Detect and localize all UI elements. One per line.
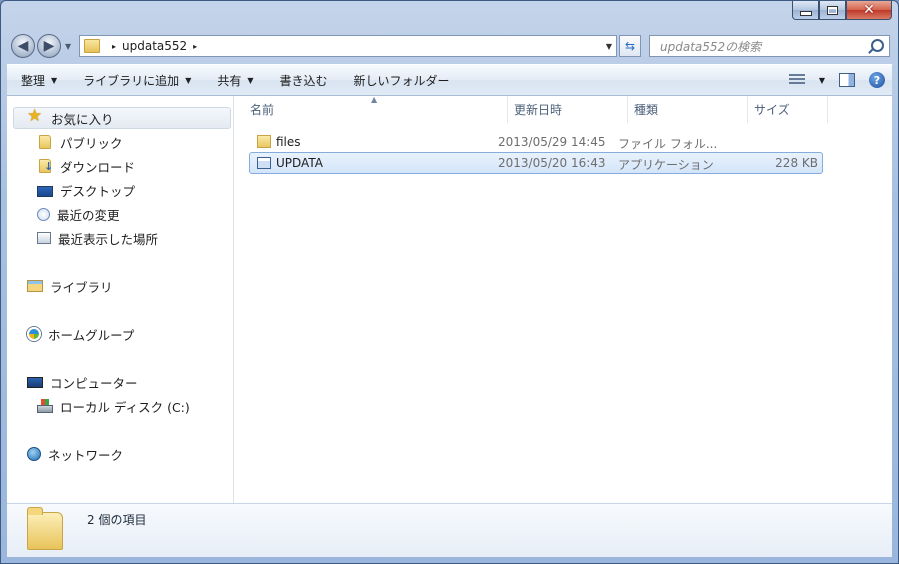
minimize-icon	[799, 10, 812, 16]
breadcrumb-separator-icon[interactable]: ▸	[193, 42, 197, 51]
include-in-library-button[interactable]: ライブラリに追加 ▼	[69, 65, 203, 95]
navigation-buttons: ◀ ▶ ▼	[11, 34, 71, 58]
refresh-button[interactable]: ⇆	[619, 35, 641, 57]
file-list: ▲ 名前 更新日時 種類 サイズ files 2013/05/29 14:45 …	[234, 95, 892, 503]
folder-icon	[84, 39, 100, 53]
maximize-button[interactable]	[819, 1, 846, 20]
burn-button[interactable]: 書き込む	[266, 65, 340, 95]
explorer-window: ✕ ◀ ▶ ▼ ▸ updata552 ▸ ▼ ⇆ 整理▼ ライブラリに追加▼ …	[0, 0, 899, 564]
sidebar-item-desktop[interactable]: デスクトップ	[37, 179, 135, 201]
column-header-name[interactable]: 名前	[244, 96, 508, 123]
details-pane: 2 個の項目	[7, 503, 892, 557]
breadcrumb-updata552[interactable]: updata552	[122, 39, 187, 53]
search-box[interactable]	[649, 35, 890, 57]
sidebar-item-libraries[interactable]: ライブラリ	[27, 275, 113, 297]
library-icon	[27, 280, 43, 292]
file-name-cell: UPDATA	[257, 156, 323, 170]
desktop-icon	[37, 186, 53, 197]
forward-button[interactable]: ▶	[37, 34, 61, 58]
sidebar-item-favorites[interactable]: お気に入り	[13, 106, 231, 129]
sidebar-item-computer[interactable]: コンピューター	[27, 371, 138, 393]
local-disk-icon	[37, 399, 53, 413]
close-button[interactable]: ✕	[846, 1, 892, 20]
maximize-icon	[827, 5, 838, 15]
chevron-down-icon: ▼	[51, 75, 58, 85]
change-view-button[interactable]	[782, 65, 812, 95]
view-dropdown-button[interactable]: ▼	[812, 65, 832, 95]
sidebar-item-network[interactable]: ネットワーク	[27, 443, 123, 465]
organize-button[interactable]: 整理 ▼	[7, 65, 69, 95]
recent-pages-dropdown[interactable]: ▼	[65, 42, 71, 51]
folder-icon	[39, 135, 51, 149]
column-header-modified[interactable]: 更新日時	[508, 96, 628, 123]
view-list-icon	[789, 74, 805, 86]
file-size-cell: 228 KB	[775, 156, 818, 170]
forward-arrow-icon: ▶	[43, 38, 55, 54]
content-area: お気に入り パブリック ダウンロード デスクトップ 最近の変更 最近表示した場所…	[7, 95, 892, 503]
sidebar-item-public[interactable]: パブリック	[37, 131, 123, 153]
computer-icon	[27, 376, 43, 388]
toolbar-right: ▼ ?	[782, 65, 892, 95]
address-bar[interactable]: ▸ updata552 ▸ ▼	[79, 35, 617, 57]
column-header-size[interactable]: サイズ	[748, 96, 828, 123]
search-icon[interactable]	[871, 39, 884, 52]
chevron-down-icon: ▼	[818, 75, 826, 85]
close-icon: ✕	[863, 2, 875, 18]
share-button[interactable]: 共有 ▼	[203, 65, 265, 95]
file-name-cell: files	[257, 135, 301, 149]
file-row-updata[interactable]: UPDATA 2013/05/20 16:43 アプリケーション 228 KB	[249, 152, 823, 174]
file-modified-cell: 2013/05/29 14:45	[498, 135, 606, 149]
command-bar: 整理 ▼ ライブラリに追加 ▼ 共有 ▼ 書き込む 新しいフォルダー ▼ ?	[7, 64, 892, 96]
search-input[interactable]	[658, 37, 872, 57]
sidebar-item-homegroup[interactable]: ホームグループ	[27, 323, 134, 345]
folder-icon	[27, 507, 63, 550]
help-button[interactable]: ?	[862, 65, 892, 95]
sidebar-item-recent-places[interactable]: 最近表示した場所	[37, 227, 158, 249]
column-header-type[interactable]: 種類	[628, 96, 748, 123]
file-modified-cell: 2013/05/20 16:43	[498, 156, 606, 170]
preview-pane-icon	[839, 73, 855, 87]
network-icon	[27, 447, 41, 461]
star-icon	[27, 106, 44, 126]
caption-buttons: ✕	[792, 1, 892, 20]
application-icon	[257, 157, 271, 169]
back-button[interactable]: ◀	[11, 34, 35, 58]
preview-pane-button[interactable]	[832, 65, 862, 95]
sidebar-item-downloads[interactable]: ダウンロード	[37, 155, 135, 177]
recent-places-icon	[37, 232, 51, 244]
homegroup-icon	[27, 327, 41, 341]
chevron-down-icon: ▼	[247, 75, 254, 85]
download-folder-icon	[39, 159, 53, 173]
breadcrumb-separator-icon[interactable]: ▸	[112, 42, 116, 51]
sidebar-item-local-disk[interactable]: ローカル ディスク (C:)	[37, 395, 190, 417]
file-row-files[interactable]: files 2013/05/29 14:45 ファイル フォル...	[249, 131, 823, 153]
file-type-cell: アプリケーション	[618, 158, 714, 172]
folder-icon	[257, 135, 271, 148]
minimize-button[interactable]	[792, 1, 819, 20]
refresh-icon: ⇆	[624, 39, 636, 53]
back-arrow-icon: ◀	[17, 38, 29, 54]
file-type-cell: ファイル フォル...	[618, 137, 718, 151]
item-count: 2 個の項目	[87, 513, 147, 527]
new-folder-button[interactable]: 新しいフォルダー	[340, 65, 462, 95]
address-history-dropdown-icon[interactable]: ▼	[606, 42, 612, 51]
chevron-down-icon: ▼	[185, 75, 192, 85]
sidebar-item-recent-changes[interactable]: 最近の変更	[37, 203, 120, 225]
navigation-pane: お気に入り パブリック ダウンロード デスクトップ 最近の変更 最近表示した場所…	[7, 96, 234, 503]
recent-changes-icon	[37, 207, 50, 221]
help-icon: ?	[869, 72, 885, 88]
